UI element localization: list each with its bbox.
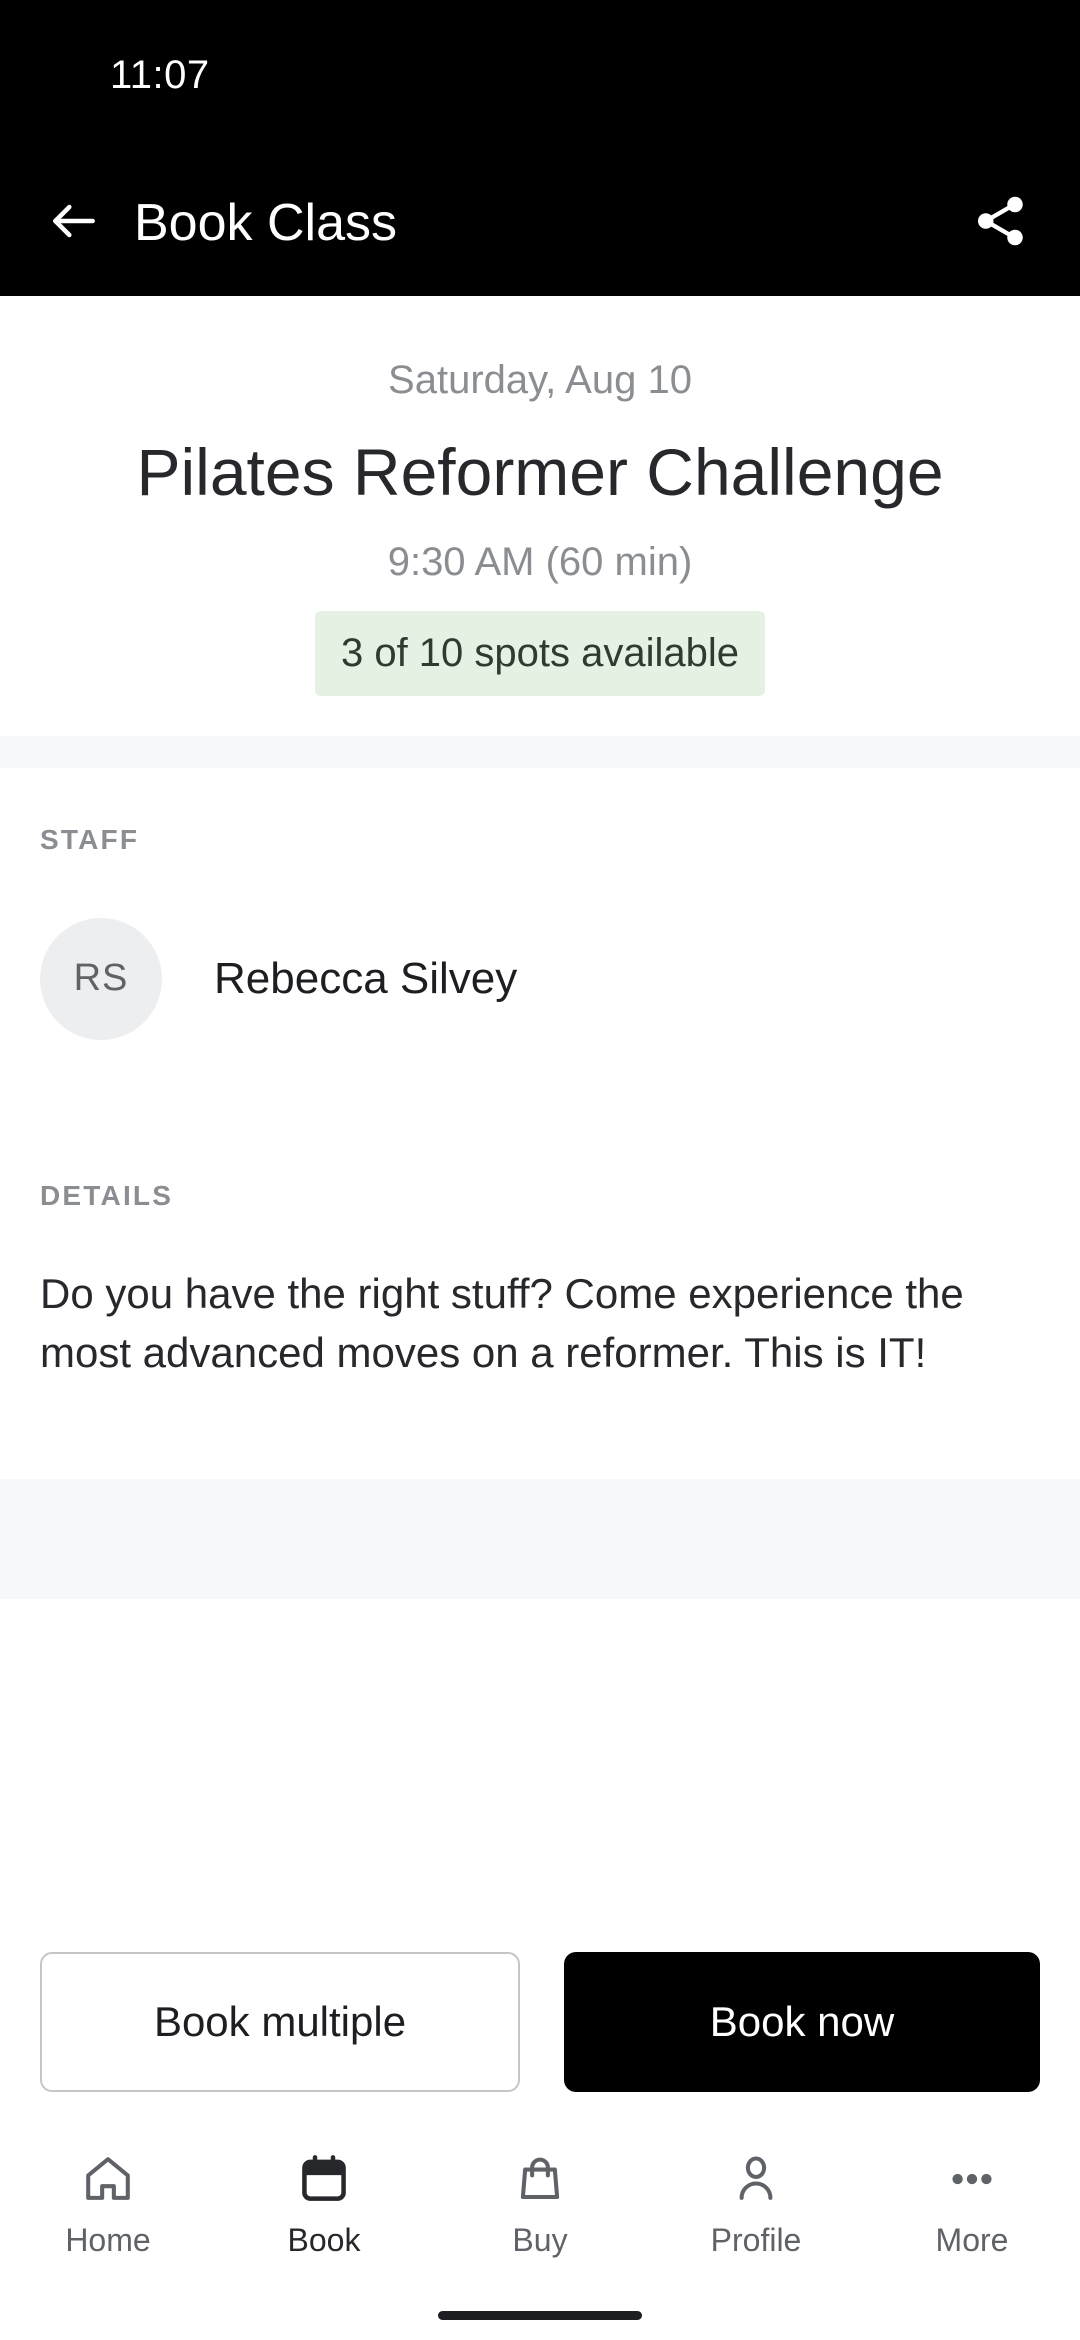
- nav-item-book[interactable]: Book: [216, 2148, 432, 2259]
- page-title: Book Class: [134, 194, 397, 252]
- home-icon: [81, 2148, 135, 2210]
- staff-section-label: STAFF: [40, 823, 140, 855]
- nav-item-buy[interactable]: Buy: [432, 2148, 648, 2259]
- nav-label-book: Book: [287, 2222, 361, 2258]
- section-divider-bottom: [0, 1478, 1080, 1599]
- person-icon: [729, 2148, 783, 2210]
- nav-label-home: Home: [65, 2222, 151, 2258]
- arrow-left-icon: [46, 193, 102, 254]
- home-indicator-area: [0, 2290, 1080, 2340]
- shopping-bag-icon: [513, 2148, 567, 2210]
- availability-row: 3 of 10 spots available: [40, 610, 1040, 696]
- nav-label-buy: Buy: [512, 2222, 568, 2258]
- avatar-initials: RS: [73, 957, 129, 1000]
- share-icon: [970, 191, 1030, 256]
- staff-name: Rebecca Silvey: [214, 953, 518, 1003]
- nav-label-profile: Profile: [710, 2222, 802, 2258]
- details-description: Do you have the right stuff? Come experi…: [40, 1269, 964, 1377]
- staff-section: STAFF RS Rebecca Silvey: [0, 767, 1080, 1124]
- book-multiple-button[interactable]: Book multiple: [40, 1952, 520, 2092]
- book-now-button[interactable]: Book now: [564, 1952, 1040, 2092]
- nav-item-profile[interactable]: Profile: [648, 2148, 864, 2259]
- content-area: Saturday, Aug 10 Pilates Reformer Challe…: [0, 296, 1080, 1916]
- status-bar-clock: 11:07: [110, 52, 210, 97]
- status-badge: 3 of 10 spots available: [314, 610, 766, 696]
- details-section-label: DETAILS: [40, 1179, 174, 1211]
- nav-label-more: More: [935, 2222, 1009, 2258]
- nav-item-home[interactable]: Home: [0, 2148, 216, 2259]
- avatar: RS: [40, 917, 162, 1040]
- back-button[interactable]: [36, 185, 112, 261]
- action-bar: Book multiple Book now: [0, 1916, 1080, 2130]
- book-class-screen: 11:07 Book Class Saturday, Aug 10 Pilate…: [0, 0, 1080, 2340]
- calendar-icon: [297, 2148, 351, 2210]
- class-name: Pilates Reformer Challenge: [136, 435, 944, 509]
- class-date: Saturday, Aug 10: [388, 358, 692, 402]
- staff-row[interactable]: RS Rebecca Silvey: [40, 856, 1040, 1040]
- share-button[interactable]: [960, 183, 1040, 263]
- more-dots-icon: [945, 2148, 999, 2210]
- section-divider-top: [0, 735, 1080, 768]
- details-section: DETAILS Do you have the right stuff? Com…: [0, 1123, 1080, 1479]
- app-bar: Book Class: [0, 150, 1080, 296]
- class-time-duration: 9:30 AM (60 min): [387, 539, 693, 584]
- home-indicator[interactable]: [438, 2310, 642, 2320]
- bottom-navigation: Home Book Buy Profile More: [0, 2130, 1080, 2290]
- status-bar: 11:07: [0, 0, 1080, 150]
- class-summary: Saturday, Aug 10 Pilates Reformer Challe…: [0, 296, 1080, 736]
- nav-item-more[interactable]: More: [864, 2148, 1080, 2259]
